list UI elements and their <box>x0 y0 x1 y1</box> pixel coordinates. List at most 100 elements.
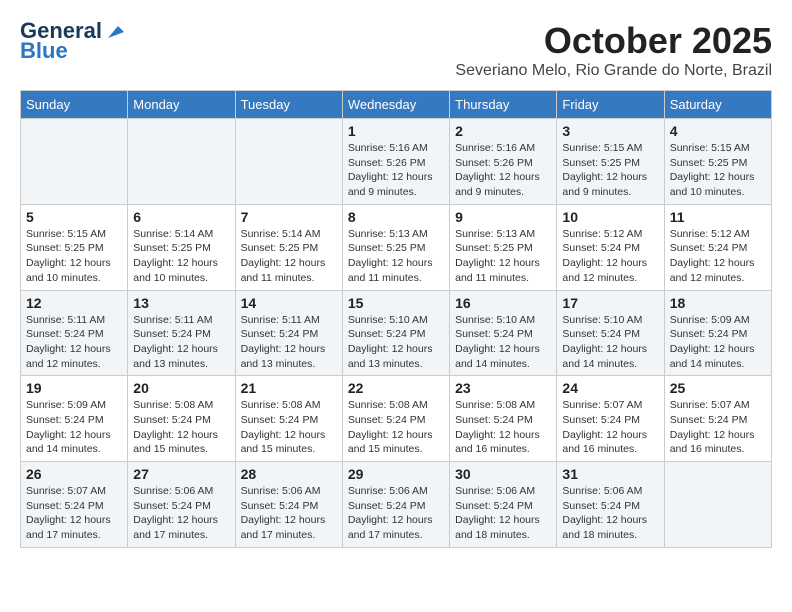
day-number: 15 <box>348 295 444 311</box>
day-number: 28 <box>241 466 337 482</box>
col-saturday: Saturday <box>664 91 771 119</box>
day-info: Sunrise: 5:10 AM Sunset: 5:24 PM Dayligh… <box>455 313 551 372</box>
calendar-week-4: 19Sunrise: 5:09 AM Sunset: 5:24 PM Dayli… <box>21 376 772 462</box>
calendar-cell: 21 Sunrise: 5:08 AM Sunset: 5:24 PM Dayli… <box>235 376 342 462</box>
day-info: Sunrise: 5:07 AM Sunset: 5:24 PM Dayligh… <box>26 484 122 543</box>
day-info: Sunrise: 5:12 AM Sunset: 5:24 PM Dayligh… <box>562 227 658 286</box>
location-title: Severiano Melo, Rio Grande do Norte, Bra… <box>455 62 772 80</box>
day-number: 22 <box>348 380 444 396</box>
calendar-cell: 27 Sunrise: 5:06 AM Sunset: 5:24 PM Dayli… <box>128 462 235 548</box>
day-info: Sunrise: 5:07 AM Sunset: 5:24 PM Dayligh… <box>562 398 658 457</box>
day-info: Sunrise: 5:08 AM Sunset: 5:24 PM Dayligh… <box>348 398 444 457</box>
col-wednesday: Wednesday <box>342 91 449 119</box>
logo-blue: Blue <box>20 38 68 63</box>
day-number: 5 <box>26 209 122 225</box>
day-info: Sunrise: 5:15 AM Sunset: 5:25 PM Dayligh… <box>670 141 766 200</box>
day-number: 19 <box>26 380 122 396</box>
day-info: Sunrise: 5:15 AM Sunset: 5:25 PM Dayligh… <box>562 141 658 200</box>
day-info: Sunrise: 5:11 AM Sunset: 5:24 PM Dayligh… <box>241 313 337 372</box>
col-monday: Monday <box>128 91 235 119</box>
calendar-cell: 15Sunrise: 5:10 AM Sunset: 5:24 PM Dayli… <box>342 290 449 376</box>
day-number: 18 <box>670 295 766 311</box>
calendar-cell: 8 Sunrise: 5:13 AM Sunset: 5:25 PM Daylig… <box>342 204 449 290</box>
day-number: 2 <box>455 123 551 139</box>
day-number: 12 <box>26 295 122 311</box>
calendar-cell: 5Sunrise: 5:15 AM Sunset: 5:25 PM Daylig… <box>21 204 128 290</box>
calendar-cell: 9 Sunrise: 5:13 AM Sunset: 5:25 PM Daylig… <box>450 204 557 290</box>
calendar-cell <box>235 119 342 205</box>
day-info: Sunrise: 5:16 AM Sunset: 5:26 PM Dayligh… <box>348 141 444 200</box>
day-number: 30 <box>455 466 551 482</box>
day-number: 10 <box>562 209 658 225</box>
calendar-week-3: 12 Sunrise: 5:11 AM Sunset: 5:24 PM Dayli… <box>21 290 772 376</box>
calendar-cell: 10 Sunrise: 5:12 AM Sunset: 5:24 PM Dayli… <box>557 204 664 290</box>
day-number: 8 <box>348 209 444 225</box>
calendar-cell: 31 Sunrise: 5:06 AM Sunset: 5:24 PM Dayli… <box>557 462 664 548</box>
day-info: Sunrise: 5:09 AM Sunset: 5:24 PM Dayligh… <box>670 313 766 372</box>
day-number: 27 <box>133 466 229 482</box>
day-number: 3 <box>562 123 658 139</box>
calendar-cell: 2 Sunrise: 5:16 AM Sunset: 5:26 PM Daylig… <box>450 119 557 205</box>
calendar-cell: 19Sunrise: 5:09 AM Sunset: 5:24 PM Dayli… <box>21 376 128 462</box>
calendar-cell: 22 Sunrise: 5:08 AM Sunset: 5:24 PM Dayli… <box>342 376 449 462</box>
day-number: 13 <box>133 295 229 311</box>
calendar-cell: 17Sunrise: 5:10 AM Sunset: 5:24 PM Dayli… <box>557 290 664 376</box>
day-number: 31 <box>562 466 658 482</box>
calendar-cell: 13 Sunrise: 5:11 AM Sunset: 5:24 PM Dayli… <box>128 290 235 376</box>
day-info: Sunrise: 5:11 AM Sunset: 5:24 PM Dayligh… <box>26 313 122 372</box>
day-info: Sunrise: 5:08 AM Sunset: 5:24 PM Dayligh… <box>241 398 337 457</box>
calendar-cell <box>21 119 128 205</box>
calendar-week-1: 1 Sunrise: 5:16 AM Sunset: 5:26 PM Daylig… <box>21 119 772 205</box>
day-info: Sunrise: 5:13 AM Sunset: 5:25 PM Dayligh… <box>455 227 551 286</box>
col-friday: Friday <box>557 91 664 119</box>
calendar-cell: 14 Sunrise: 5:11 AM Sunset: 5:24 PM Dayli… <box>235 290 342 376</box>
month-title: October 2025 <box>455 20 772 62</box>
calendar-table: Sunday Monday Tuesday Wednesday Thursday… <box>20 90 772 548</box>
calendar-cell: 28 Sunrise: 5:06 AM Sunset: 5:24 PM Dayli… <box>235 462 342 548</box>
day-info: Sunrise: 5:06 AM Sunset: 5:24 PM Dayligh… <box>348 484 444 543</box>
calendar-cell: 30 Sunrise: 5:06 AM Sunset: 5:24 PM Dayli… <box>450 462 557 548</box>
day-info: Sunrise: 5:06 AM Sunset: 5:24 PM Dayligh… <box>241 484 337 543</box>
calendar-cell: 18 Sunrise: 5:09 AM Sunset: 5:24 PM Dayli… <box>664 290 771 376</box>
day-info: Sunrise: 5:16 AM Sunset: 5:26 PM Dayligh… <box>455 141 551 200</box>
calendar-cell: 3 Sunrise: 5:15 AM Sunset: 5:25 PM Daylig… <box>557 119 664 205</box>
day-info: Sunrise: 5:08 AM Sunset: 5:24 PM Dayligh… <box>133 398 229 457</box>
day-info: Sunrise: 5:11 AM Sunset: 5:24 PM Dayligh… <box>133 313 229 372</box>
logo: General Blue <box>20 20 126 64</box>
day-number: 14 <box>241 295 337 311</box>
day-number: 25 <box>670 380 766 396</box>
calendar-cell: 11 Sunrise: 5:12 AM Sunset: 5:24 PM Dayli… <box>664 204 771 290</box>
calendar-week-5: 26Sunrise: 5:07 AM Sunset: 5:24 PM Dayli… <box>21 462 772 548</box>
header-row: Sunday Monday Tuesday Wednesday Thursday… <box>21 91 772 119</box>
calendar-cell: 29Sunrise: 5:06 AM Sunset: 5:24 PM Dayli… <box>342 462 449 548</box>
calendar-cell: 26Sunrise: 5:07 AM Sunset: 5:24 PM Dayli… <box>21 462 128 548</box>
day-number: 9 <box>455 209 551 225</box>
calendar-cell: 12 Sunrise: 5:11 AM Sunset: 5:24 PM Dayli… <box>21 290 128 376</box>
calendar-cell: 4Sunrise: 5:15 AM Sunset: 5:25 PM Daylig… <box>664 119 771 205</box>
day-number: 6 <box>133 209 229 225</box>
col-thursday: Thursday <box>450 91 557 119</box>
calendar-cell: 23Sunrise: 5:08 AM Sunset: 5:24 PM Dayli… <box>450 376 557 462</box>
day-info: Sunrise: 5:06 AM Sunset: 5:24 PM Dayligh… <box>455 484 551 543</box>
day-number: 21 <box>241 380 337 396</box>
title-section: October 2025 Severiano Melo, Rio Grande … <box>455 20 772 80</box>
col-tuesday: Tuesday <box>235 91 342 119</box>
day-info: Sunrise: 5:07 AM Sunset: 5:24 PM Dayligh… <box>670 398 766 457</box>
calendar-cell: 20Sunrise: 5:08 AM Sunset: 5:24 PM Dayli… <box>128 376 235 462</box>
day-number: 24 <box>562 380 658 396</box>
logo-icon <box>104 20 126 42</box>
day-number: 1 <box>348 123 444 139</box>
day-number: 11 <box>670 209 766 225</box>
calendar-cell: 1 Sunrise: 5:16 AM Sunset: 5:26 PM Daylig… <box>342 119 449 205</box>
day-info: Sunrise: 5:10 AM Sunset: 5:24 PM Dayligh… <box>562 313 658 372</box>
day-info: Sunrise: 5:14 AM Sunset: 5:25 PM Dayligh… <box>133 227 229 286</box>
calendar-cell: 24 Sunrise: 5:07 AM Sunset: 5:24 PM Dayli… <box>557 376 664 462</box>
day-info: Sunrise: 5:06 AM Sunset: 5:24 PM Dayligh… <box>133 484 229 543</box>
day-info: Sunrise: 5:12 AM Sunset: 5:24 PM Dayligh… <box>670 227 766 286</box>
calendar-cell <box>128 119 235 205</box>
day-info: Sunrise: 5:06 AM Sunset: 5:24 PM Dayligh… <box>562 484 658 543</box>
calendar-week-2: 5Sunrise: 5:15 AM Sunset: 5:25 PM Daylig… <box>21 204 772 290</box>
day-info: Sunrise: 5:13 AM Sunset: 5:25 PM Dayligh… <box>348 227 444 286</box>
day-number: 16 <box>455 295 551 311</box>
day-info: Sunrise: 5:08 AM Sunset: 5:24 PM Dayligh… <box>455 398 551 457</box>
